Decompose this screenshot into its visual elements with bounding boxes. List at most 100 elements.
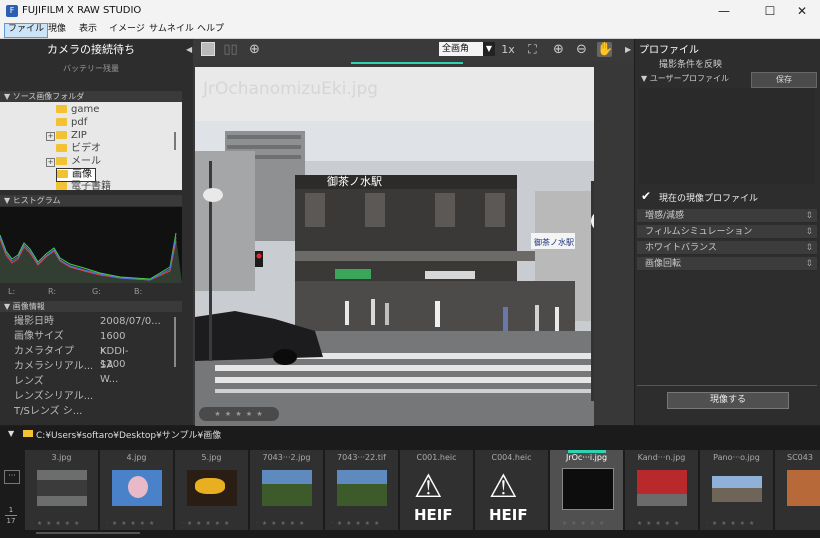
folder-label: pdf — [71, 117, 88, 128]
thumbnail-selected[interactable]: JrOc···i.jpg · ★ ★ ★ ★ ★ — [550, 450, 623, 530]
minimize-button[interactable]: — — [702, 0, 746, 22]
menu-file[interactable]: ファイル — [4, 23, 49, 38]
thumbnail[interactable]: 7043···2.jpg · ★ ★ ★ ★ ★ — [250, 450, 323, 530]
folder-item[interactable]: ビデオ — [56, 143, 101, 155]
folder-item-selected[interactable]: 画像 — [56, 168, 96, 182]
thumbnail[interactable]: Kand···n.jpg · ★ ★ ★ ★ ★ — [625, 450, 698, 530]
info-row: レンズシリアル... — [14, 390, 93, 404]
warning-icon: ⚠ — [489, 467, 518, 505]
thumbnail[interactable]: C001.heic ⚠ HEIF — [400, 450, 473, 530]
page-counter: 1 17 — [2, 506, 20, 525]
folder-label: 電子書籍 — [71, 181, 111, 192]
battery-label: バッテリー残量 — [63, 64, 119, 73]
thumbnail-label: SC043 — [787, 453, 813, 462]
expand-icon[interactable]: + — [46, 158, 55, 167]
thumbnail[interactable]: Pano···o.jpg · ★ ★ ★ ★ ★ — [700, 450, 773, 530]
info-key: T/Sレンズ シ... — [14, 406, 83, 417]
folder-scrollbar[interactable] — [174, 132, 176, 150]
folder-item[interactable]: ZIP — [56, 130, 87, 142]
left-panel: カメラの接続待ち ◀ バッテリー残量 ▼ ソース画像フォルダ game pdf … — [0, 39, 193, 425]
thumbnail[interactable]: C004.heic ⚠ HEIF — [475, 450, 548, 530]
image-info-header[interactable]: ▼ 画像情報 — [0, 301, 182, 312]
more-options-icon[interactable]: ··· — [4, 470, 20, 484]
zoom-select-value: 全画角 — [442, 44, 470, 54]
thumbnail-stars[interactable]: · ★ ★ ★ ★ ★ — [256, 520, 305, 527]
thumbnail[interactable]: 5.jpg · ★ ★ ★ ★ ★ — [175, 450, 248, 530]
compare-view-icon[interactable]: ▯▯ — [223, 42, 238, 57]
expand-icon[interactable]: + — [46, 132, 55, 141]
setting-row-film-simulation[interactable]: フィルムシミュレーション ⇕ — [637, 225, 817, 239]
stepper-icon: ⇕ — [805, 227, 813, 237]
info-row: 撮影日時 2008/07/0... — [14, 315, 161, 329]
thumbnail-stars[interactable]: · ★ ★ ★ ★ ★ — [706, 520, 755, 527]
collapse-filmstrip-icon[interactable]: ▼ — [8, 429, 14, 438]
thumbnail[interactable]: 4.jpg · ★ ★ ★ ★ ★ — [100, 450, 173, 530]
setting-row-exposure[interactable]: 増感/減感 ⇕ — [637, 209, 817, 223]
setting-row-white-balance[interactable]: ホワイトバランス ⇕ — [637, 241, 817, 255]
thumbnail-stars[interactable]: · ★ ★ ★ ★ ★ — [631, 520, 680, 527]
camera-status: カメラの接続待ち — [47, 43, 135, 56]
thumbnail-stars[interactable]: · ★ ★ ★ ★ ★ — [181, 520, 230, 527]
photo-canvas[interactable]: 御茶ノ水駅 御茶ノ水駅 — [195, 121, 594, 443]
folder-item[interactable]: メール — [56, 156, 101, 168]
side-sign-text: 御茶ノ水駅 — [534, 237, 574, 247]
image-viewer: ▯▯ ⊕ 全画角 ▼ 1x ⛶ ⊕ ⊖ ✋ ▶ JrOchanomizuEki.j… — [193, 39, 634, 443]
thumbnail-stars[interactable]: · ★ ★ ★ ★ ★ — [106, 520, 155, 527]
info-scrollbar[interactable] — [174, 317, 176, 367]
develop-button[interactable]: 現像する — [667, 392, 789, 409]
collapse-left-icon[interactable]: ◀ — [186, 45, 192, 54]
menu-image[interactable]: イメージ — [106, 23, 148, 36]
collapse-right-icon[interactable]: ▶ — [625, 45, 631, 54]
source-folder-header[interactable]: ▼ ソース画像フォルダ — [0, 91, 182, 102]
hand-tool-icon[interactable]: ✋ — [597, 42, 613, 57]
folder-icon — [56, 131, 67, 139]
single-view-icon[interactable] — [201, 42, 215, 56]
menu-help[interactable]: ヘルプ — [194, 23, 227, 36]
menu-bar: ファイル 現像 表示 イメージ サムネイル ヘルプ — [0, 22, 820, 39]
zoom-select[interactable]: 全画角 ▼ — [439, 42, 495, 56]
info-row: カメラシリアル... — [14, 360, 93, 374]
thumbnail-image — [262, 470, 312, 506]
profile-list — [639, 88, 815, 184]
zoom-1x-button[interactable]: 1x — [499, 42, 517, 57]
thumbnail-image — [337, 470, 387, 506]
reflect-conditions[interactable]: 撮影条件を反映 — [659, 57, 722, 70]
thumbnail-stars[interactable]: · ★ ★ ★ ★ ★ — [31, 520, 80, 527]
thumbnail-image — [187, 470, 237, 506]
info-key: カメラシリアル... — [14, 361, 94, 372]
menu-thumbnail[interactable]: サムネイル — [146, 23, 197, 36]
menu-develop[interactable]: 現像 — [45, 23, 69, 36]
save-button[interactable]: 保存 — [751, 72, 817, 88]
rotate-icon[interactable]: ⊕ — [247, 42, 262, 57]
folder-label: 画像 — [72, 169, 92, 180]
user-profile-label: ユーザープロファイル — [649, 74, 730, 83]
thumbnail-image — [37, 470, 87, 506]
folder-label: メール — [71, 156, 101, 167]
user-profile-header[interactable]: ▼ ユーザープロファイル — [641, 73, 729, 84]
rating-stars[interactable]: ★ ★ ★ ★ ★ — [199, 407, 279, 421]
thumbnail[interactable]: 3.jpg · ★ ★ ★ ★ ★ — [25, 450, 98, 530]
thumbnail[interactable]: SC043 — [775, 450, 820, 530]
zoom-in-icon[interactable]: ⊕ — [551, 42, 566, 57]
fit-screen-icon[interactable]: ⛶ — [525, 42, 540, 57]
right-panel: プロファイル 撮影条件を反映 ▼ ユーザープロファイル 保存 ✔ 現在の現像プロ… — [635, 39, 820, 425]
thumbnail-image — [637, 470, 687, 506]
menu-view[interactable]: 表示 — [76, 23, 100, 36]
folder-item[interactable]: game — [56, 104, 99, 116]
setting-row-rotation[interactable]: 画像回転 ⇕ — [637, 257, 817, 271]
progress-indicator — [351, 62, 463, 64]
thumbnail-image — [112, 470, 162, 506]
close-button[interactable]: ✕ — [780, 0, 820, 22]
thumbnail-label: C004.heic — [491, 453, 532, 462]
thumbnail[interactable]: 7043···22.tif · ★ ★ ★ ★ ★ — [325, 450, 398, 530]
thumbnail-stars[interactable]: · ★ ★ ★ ★ ★ — [556, 520, 605, 527]
thumbnail-stars[interactable]: · ★ ★ ★ ★ ★ — [331, 520, 380, 527]
folder-item[interactable]: 電子書籍 — [56, 181, 111, 193]
heif-label: HEIF — [414, 506, 453, 524]
profile-title: プロファイル — [639, 45, 699, 56]
filmstrip-scrollbar[interactable] — [36, 532, 140, 534]
zoom-out-icon[interactable]: ⊖ — [574, 42, 589, 57]
folder-item[interactable]: pdf — [56, 117, 87, 129]
histogram-header[interactable]: ▼ ヒストグラム — [0, 195, 182, 206]
folder-icon — [56, 118, 67, 126]
